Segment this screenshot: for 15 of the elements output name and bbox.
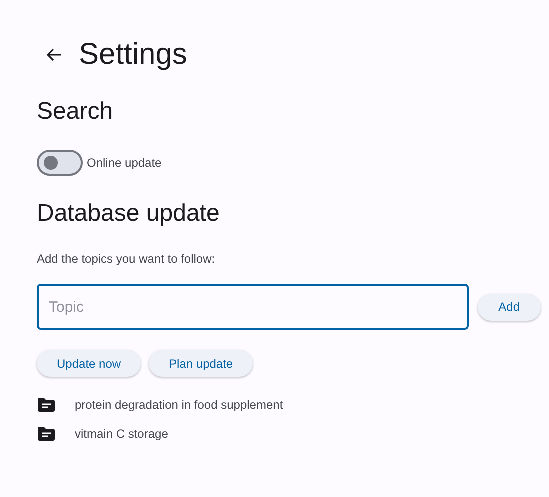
topic-item[interactable]: vitmain C storage — [75, 427, 168, 441]
toggle-switch[interactable] — [37, 150, 83, 176]
folder-icon — [38, 427, 55, 441]
folder-icon — [38, 398, 55, 412]
hint-text: Add the topics you want to follow: — [37, 252, 216, 266]
toggle-label: Online update — [87, 156, 162, 170]
page-title: Settings — [79, 38, 188, 72]
section-heading: Search — [37, 98, 114, 126]
section-heading: Database update — [37, 200, 221, 228]
add-button[interactable]: Add — [478, 294, 541, 320]
topic-item[interactable]: protein degradation in food supplement — [75, 398, 284, 412]
topic-field[interactable]: Topic — [37, 284, 469, 330]
action-button[interactable]: Update now — [37, 350, 142, 377]
back-icon[interactable] — [46, 47, 62, 63]
action-button[interactable]: Plan update — [149, 350, 254, 377]
